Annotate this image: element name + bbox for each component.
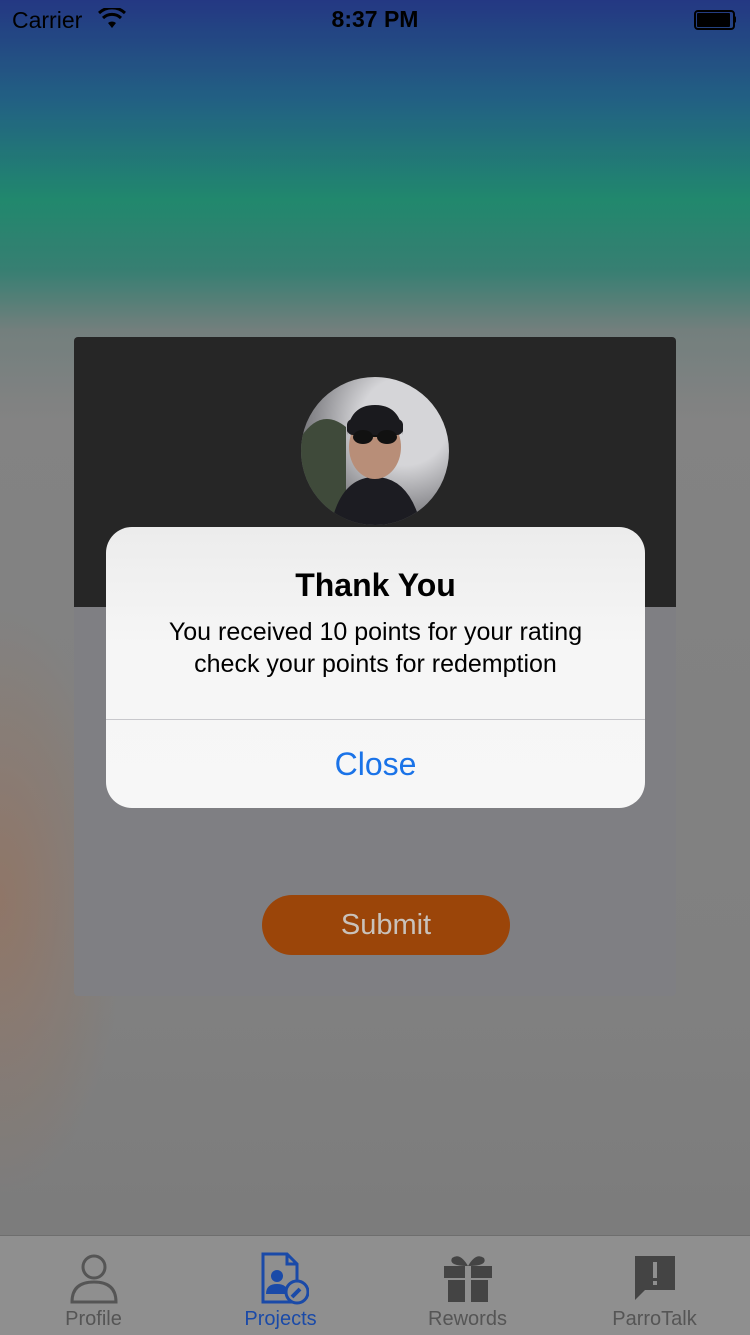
person-icon [69,1254,118,1304]
alert-message-line-2: check your points for redemption [194,650,557,678]
tab-label: Projects [244,1308,317,1330]
tab-profile[interactable]: Profile [0,1236,187,1335]
tab-bar: Profile Projects Rewords ParroTalk [0,1235,750,1335]
tab-label: Rewords [428,1308,507,1330]
avatar-photo [301,405,421,525]
alert-title: Thank You [295,567,456,603]
avatar [301,377,449,525]
gift-icon [443,1256,492,1302]
submit-button[interactable]: Submit [262,895,510,955]
alert-dialog: Thank You You received 10 points for you… [106,527,645,808]
tab-label: ParroTalk [612,1308,697,1330]
clock: 8:37 PM [331,6,419,32]
alert-message-line-1: You received 10 points for your rating [168,618,583,646]
alert-message: You received 10 points for your rating c… [130,616,621,680]
tab-rewords[interactable]: Rewords [374,1236,561,1335]
projects-icon [261,1252,309,1305]
status-bar: Carrier 8:37 PM [0,0,750,40]
close-button[interactable]: Close [106,720,645,808]
chat-alert-icon [634,1256,675,1300]
battery-icon [694,10,736,30]
tab-label: Profile [65,1308,122,1330]
tab-projects[interactable]: Projects [187,1236,374,1335]
tab-parrotalk[interactable]: ParroTalk [561,1236,748,1335]
